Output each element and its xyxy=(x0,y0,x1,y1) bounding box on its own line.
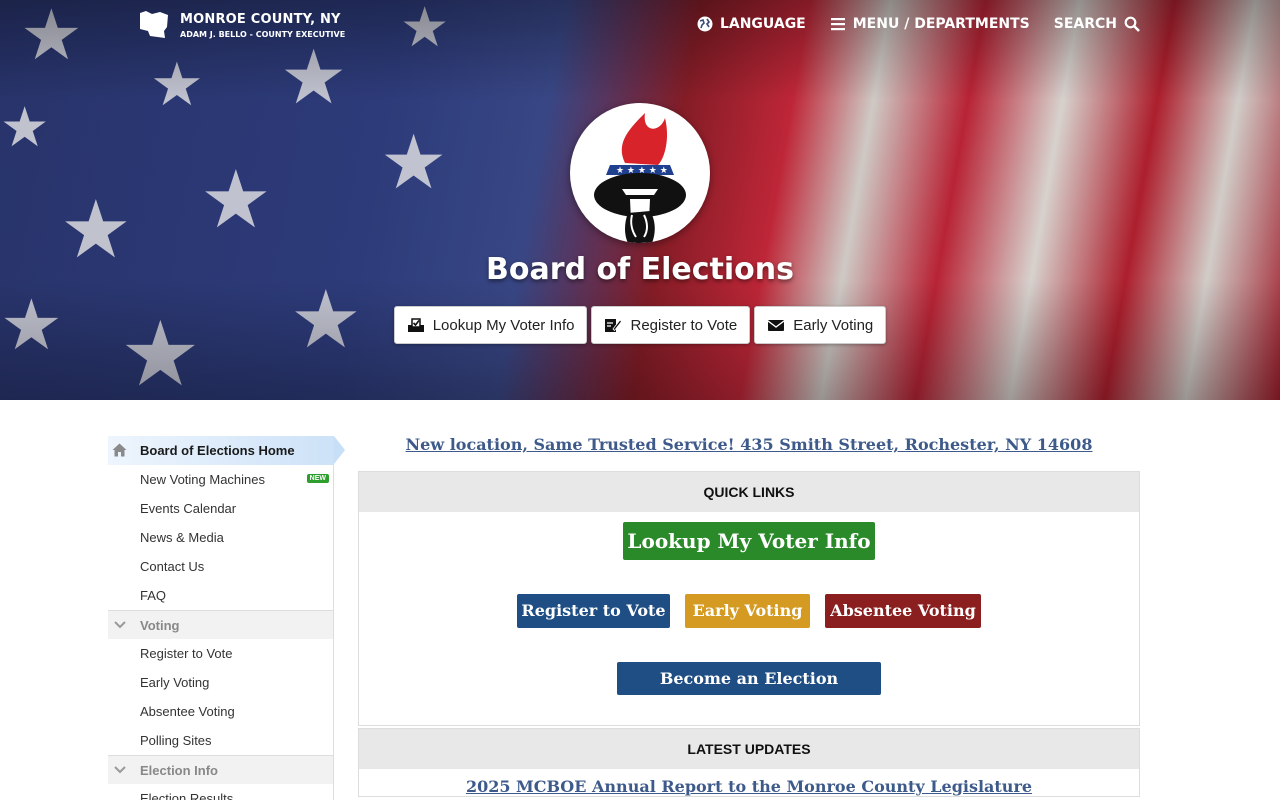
early-voting-button[interactable]: Early Voting xyxy=(754,306,887,344)
sidebar-item-label: Board of Elections Home xyxy=(140,443,295,458)
sidebar-item-events-calendar[interactable]: Events Calendar xyxy=(108,494,333,523)
search-button[interactable]: SEARCH xyxy=(1054,16,1140,32)
menu-departments-button[interactable]: MENU / DEPARTMENTS xyxy=(830,16,1030,32)
envelope-icon xyxy=(767,320,785,331)
sidebar-item-label: Contact Us xyxy=(140,559,205,574)
sidebar-item-news-media[interactable]: News & Media xyxy=(108,523,333,552)
sidebar-section-title: Voting xyxy=(140,617,180,633)
sidebar-item-contact-us[interactable]: Contact Us xyxy=(108,552,333,581)
sidebar-item-faq[interactable]: FAQ xyxy=(108,581,333,610)
county-name: MONROE COUNTY, NY xyxy=(180,11,341,27)
new-badge: NEW xyxy=(306,474,329,483)
register-to-vote-button[interactable]: Register to Vote xyxy=(591,306,751,344)
quick-links-heading: QUICK LINKS xyxy=(359,472,1139,512)
sidebar-item-label: Events Calendar xyxy=(140,501,237,516)
lookup-voter-info-quick-button[interactable]: Lookup My Voter Info xyxy=(623,522,875,560)
register-to-vote-label: Register to Vote xyxy=(630,316,738,334)
sidebar-item-register-to-vote[interactable]: Register to Vote xyxy=(108,639,333,668)
early-voting-label: Early Voting xyxy=(793,316,874,334)
globe-icon xyxy=(697,16,713,32)
language-button[interactable]: LANGUAGE xyxy=(697,16,806,32)
ballot-box-icon xyxy=(407,318,424,332)
board-of-elections-seal: ★ ★ ★ ★ ★ xyxy=(570,103,710,243)
sidebar-nav: Board of Elections Home New Voting Machi… xyxy=(108,436,345,800)
menu-departments-label: MENU / DEPARTMENTS xyxy=(852,16,1030,32)
register-to-vote-quick-button[interactable]: Register to Vote xyxy=(517,594,670,628)
main-content: New location, Same Trusted Service! 435 … xyxy=(358,430,1140,797)
sidebar-item-election-results[interactable]: Election Results xyxy=(108,784,333,800)
sidebar-section-title: Election Info xyxy=(140,762,218,778)
county-map-icon xyxy=(140,11,168,38)
sidebar-item-label: Election Results xyxy=(140,791,234,800)
hero-banner: ★ ★ ★ ★ ★ ★ ★ ★ ★ ★ ★ MONROE COUNTY, NY … xyxy=(0,0,1280,400)
sidebar-item-absentee-voting[interactable]: Absentee Voting xyxy=(108,697,333,726)
search-icon xyxy=(1124,16,1140,32)
become-election-inspector-button[interactable]: Become an Election Inspector xyxy=(617,662,881,721)
absentee-voting-quick-button[interactable]: Absentee Voting xyxy=(825,594,981,628)
county-executive: ADAM J. BELLO - COUNTY EXECUTIVE xyxy=(180,29,346,39)
sidebar-item-label: Absentee Voting xyxy=(140,704,235,719)
chevron-down-icon xyxy=(114,621,126,629)
chevron-down-icon xyxy=(114,766,126,774)
sidebar-section-election-info[interactable]: Election Info xyxy=(108,755,333,784)
search-label: SEARCH xyxy=(1053,16,1117,32)
sidebar-item-label: FAQ xyxy=(140,588,167,603)
top-bar: MONROE COUNTY, NY ADAM J. BELLO - COUNTY… xyxy=(0,0,1280,52)
page-title: Board of Elections xyxy=(486,252,794,287)
county-logo[interactable]: MONROE COUNTY, NY ADAM J. BELLO - COUNTY… xyxy=(140,11,345,39)
latest-updates-heading: LATEST UPDATES xyxy=(359,729,1139,769)
sidebar-item-polling-sites[interactable]: Polling Sites xyxy=(108,726,333,755)
hamburger-icon xyxy=(830,18,845,31)
language-label: LANGUAGE xyxy=(719,16,806,32)
sidebar-section-voting[interactable]: Voting xyxy=(108,610,333,639)
sidebar-item-home[interactable]: Board of Elections Home xyxy=(108,436,345,465)
home-icon xyxy=(112,443,127,457)
early-voting-quick-button[interactable]: Early Voting xyxy=(685,594,810,628)
lookup-voter-info-button[interactable]: Lookup My Voter Info xyxy=(393,306,588,344)
latest-updates-panel: LATEST UPDATES 2025 MCBOE Annual Report … xyxy=(358,728,1140,797)
top-nav: LANGUAGE MENU / DEPARTMENTS SEARCH xyxy=(697,16,1140,32)
quick-links-panel: QUICK LINKS Lookup My Voter Info Registe… xyxy=(358,471,1140,726)
sidebar-item-label: Register to Vote xyxy=(140,646,233,661)
lookup-voter-info-label: Lookup My Voter Info xyxy=(432,316,575,334)
sidebar-item-label: New Voting Machines xyxy=(140,472,266,487)
sidebar-item-label: Polling Sites xyxy=(140,733,212,748)
liberty-torch-icon: ★ ★ ★ ★ ★ xyxy=(594,113,686,243)
sidebar-item-early-voting[interactable]: Early Voting xyxy=(108,668,333,697)
sign-document-icon xyxy=(605,319,623,332)
hero-actions: Lookup My Voter Info Register to Vote Ea… xyxy=(0,306,1280,344)
sidebar-item-label: Early Voting xyxy=(140,675,210,690)
annual-report-link[interactable]: 2025 MCBOE Annual Report to the Monroe C… xyxy=(359,769,1139,796)
new-location-link[interactable]: New location, Same Trusted Service! 435 … xyxy=(358,430,1140,471)
sidebar-item-new-voting-machines[interactable]: New Voting Machines NEW xyxy=(108,465,333,494)
sidebar-item-label: News & Media xyxy=(140,530,224,545)
